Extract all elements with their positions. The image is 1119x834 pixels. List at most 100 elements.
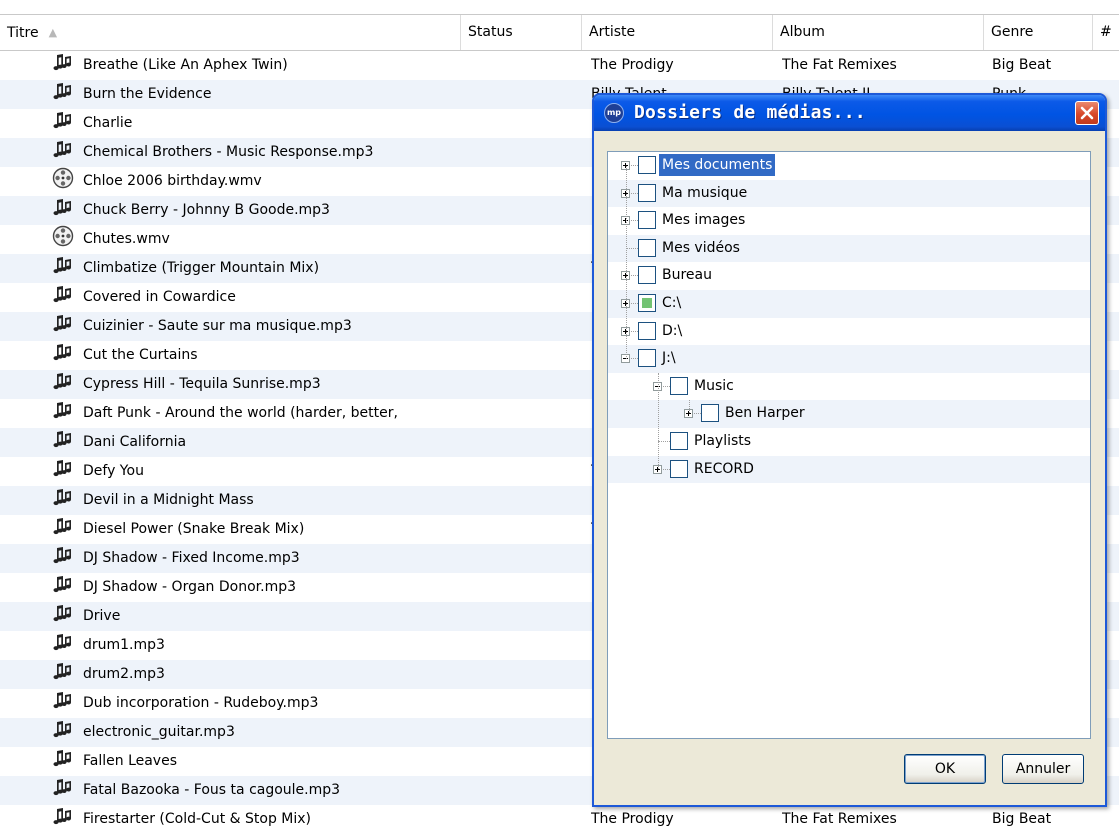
ok-button[interactable]: OK (904, 754, 986, 784)
dialog-titlebar[interactable]: mp Dossiers de médias... (594, 95, 1105, 131)
folder-label[interactable]: Bureau (659, 264, 715, 286)
track-genre: Big Beat (992, 57, 1052, 73)
folder-label[interactable]: D:\ (659, 320, 685, 342)
track-title-cell: Covered in Cowardice (52, 283, 452, 312)
folder-label[interactable]: Ma musique (659, 182, 750, 204)
track-row[interactable]: Firestarter (Cold-Cut & Stop Mix) The Pro… (0, 805, 1119, 834)
folder-checkbox[interactable] (670, 431, 688, 450)
folder-tree-node[interactable]: C:\ (608, 289, 1090, 318)
column-header-genre[interactable]: Genre (984, 15, 1093, 50)
track-row[interactable]: Breathe (Like An Aphex Twin) The Prodigy T… (0, 51, 1119, 80)
music-note-icon (52, 776, 74, 805)
track-artist: The Prodigy (591, 811, 674, 827)
track-title: Chuck Berry - Johnny B Goode.mp3 (83, 202, 330, 218)
folder-checkbox[interactable] (638, 321, 656, 340)
folder-label[interactable]: RECORD (691, 458, 757, 480)
folder-label[interactable]: J:\ (659, 347, 679, 369)
folder-checkbox[interactable] (638, 349, 656, 368)
track-title-cell: Cut the Curtains (52, 341, 452, 370)
music-note-icon (52, 196, 74, 225)
track-title: Drive (83, 608, 121, 624)
track-title-cell: Cuizinier - Saute sur ma musique.mp3 (52, 312, 452, 341)
track-title: Charlie (83, 115, 133, 131)
music-note-icon (52, 660, 74, 689)
folder-checkbox[interactable] (638, 293, 656, 312)
music-note-icon (52, 805, 74, 834)
folder-tree-node[interactable]: Music (608, 372, 1090, 401)
folder-tree[interactable]: Mes documents Ma musique Mes images Mes vid… (607, 151, 1091, 739)
track-title: Breathe (Like An Aphex Twin) (83, 57, 288, 73)
column-header-artist[interactable]: Artiste (582, 15, 773, 50)
track-title: Fallen Leaves (83, 753, 178, 769)
close-icon (1080, 106, 1094, 120)
track-title: Defy You (83, 463, 144, 479)
column-header-bar: Titre ▲ Status Artiste Album Genre # (0, 14, 1119, 51)
folder-tree-node[interactable]: Playlists (608, 427, 1090, 456)
column-header-genre-label: Genre (991, 24, 1034, 40)
column-header-album-label: Album (780, 24, 825, 40)
column-header-album[interactable]: Album (773, 15, 984, 50)
track-title: Cuizinier - Saute sur ma musique.mp3 (83, 318, 352, 334)
track-title: DJ Shadow - Fixed Income.mp3 (83, 550, 300, 566)
folder-label[interactable]: Mes images (659, 209, 748, 231)
track-title-cell: Cypress Hill - Tequila Sunrise.mp3 (52, 370, 452, 399)
track-title: Dani California (83, 434, 187, 450)
track-title-cell: Climbatize (Trigger Mountain Mix) (52, 254, 452, 283)
media-folders-dialog: mp Dossiers de médias... Mes documents Ma… (592, 93, 1107, 807)
column-header-status[interactable]: Status (461, 15, 582, 50)
folder-checkbox[interactable] (670, 376, 688, 395)
close-button[interactable] (1075, 101, 1099, 125)
track-title: drum1.mp3 (83, 637, 165, 653)
track-title: drum2.mp3 (83, 666, 165, 682)
folder-label[interactable]: Mes documents (657, 153, 777, 177)
track-title: Cut the Curtains (83, 347, 198, 363)
track-title-cell: Dub incorporation - Rudeboy.mp3 (52, 689, 452, 718)
folder-checkbox[interactable] (638, 266, 656, 285)
track-title: Cypress Hill - Tequila Sunrise.mp3 (83, 376, 321, 392)
music-note-icon (52, 718, 74, 747)
folder-label[interactable]: C:\ (659, 292, 684, 314)
track-album: The Fat Remixes (782, 811, 897, 827)
column-header-title[interactable]: Titre ▲ (0, 15, 461, 50)
folder-checkbox[interactable] (638, 238, 656, 257)
folder-tree-node[interactable]: Ma musique (608, 179, 1090, 208)
folder-checkbox[interactable] (638, 156, 656, 174)
music-note-icon (52, 254, 74, 283)
folder-label[interactable]: Playlists (691, 430, 754, 452)
music-note-icon (52, 515, 74, 544)
folder-tree-node[interactable]: D:\ (608, 317, 1090, 346)
folder-checkbox[interactable] (701, 404, 719, 423)
folder-tree-node[interactable]: J:\ (608, 345, 1090, 373)
track-title-cell: Diesel Power (Snake Break Mix) (52, 515, 452, 544)
folder-label[interactable]: Mes vidéos (659, 237, 743, 259)
folder-tree-node[interactable]: RECORD (608, 455, 1090, 484)
film-reel-icon (52, 225, 74, 254)
folder-tree-node[interactable]: Mes documents (608, 152, 1090, 180)
folder-checkbox[interactable] (638, 211, 656, 230)
track-artist: The Prodigy (591, 57, 674, 73)
track-title-cell: Chemical Brothers - Music Response.mp3 (52, 138, 452, 167)
folder-tree-node[interactable]: Ben Harper (608, 400, 1090, 428)
track-title: Climbatize (Trigger Mountain Mix) (83, 260, 320, 276)
column-header-number-label: # (1100, 24, 1112, 40)
folder-tree-node[interactable]: Mes images (608, 207, 1090, 235)
track-title: Fatal Bazooka - Fous ta cagoule.mp3 (83, 782, 341, 798)
folder-label[interactable]: Ben Harper (722, 402, 808, 424)
folder-tree-node[interactable]: Bureau (608, 262, 1090, 290)
music-note-icon (52, 747, 74, 776)
track-title: Covered in Cowardice (83, 289, 236, 305)
cancel-button[interactable]: Annuler (1002, 754, 1084, 784)
folder-checkbox[interactable] (670, 459, 688, 478)
track-title-cell: Fatal Bazooka - Fous ta cagoule.mp3 (52, 776, 452, 805)
track-title-cell: electronic_guitar.mp3 (52, 718, 452, 747)
track-title: Dub incorporation - Rudeboy.mp3 (83, 695, 319, 711)
music-note-icon (52, 573, 74, 602)
music-note-icon (52, 486, 74, 515)
track-title: Devil in a Midnight Mass (83, 492, 254, 508)
track-title: Chemical Brothers - Music Response.mp3 (83, 144, 374, 160)
folder-checkbox[interactable] (638, 183, 656, 202)
folder-label[interactable]: Music (691, 375, 737, 397)
folder-tree-node[interactable]: Mes vidéos (608, 234, 1090, 263)
column-header-number[interactable]: # (1093, 15, 1119, 50)
dialog-title: Dossiers de médias... (634, 102, 866, 123)
